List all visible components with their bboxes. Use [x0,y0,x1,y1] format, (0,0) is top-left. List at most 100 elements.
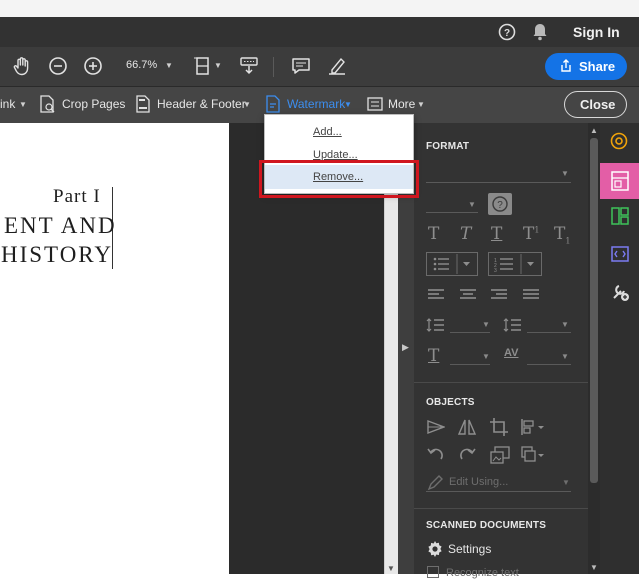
gear-icon [427,541,443,562]
link-tool[interactable]: ink [0,97,15,111]
rotate-left-icon[interactable] [427,446,445,469]
more-tools-icon[interactable] [611,283,629,306]
zoom-out-icon[interactable] [47,55,69,77]
zoom-dropdown-icon[interactable]: ▼ [165,61,173,70]
scroll-down-icon[interactable]: ▼ [387,564,395,573]
svg-text:?: ? [504,28,510,39]
superscript-icon[interactable]: T1 [523,224,539,244]
svg-text:?: ? [497,200,503,211]
watermark-dropdown-icon[interactable]: ▼ [344,100,352,109]
replace-image-icon[interactable] [490,446,510,469]
align-justify-icon[interactable] [523,288,539,306]
format-panel: FORMAT ▼ ▼ ? T T T T1 T1 123 ▼ ▼ T ▼ AV … [414,123,588,579]
close-button[interactable]: Close [564,91,627,118]
panel-scroll-thumb[interactable] [590,138,598,483]
font-color-button[interactable]: ? [488,193,512,215]
tools-rail [600,123,639,574]
export-pdf-icon[interactable] [611,246,629,267]
main-toolbar: 66.7% ▼ ▼ Share [0,47,639,87]
more-dropdown-icon[interactable]: ▼ [417,100,425,109]
objects-section-title: OBJECTS [426,397,475,408]
align-left-icon[interactable] [428,288,444,306]
share-label: Share [579,59,616,74]
subscript-icon[interactable]: T1 [554,224,570,245]
keyboard-scroll-icon[interactable] [238,55,260,77]
character-spacing-caret-icon: ▼ [561,352,569,361]
rotate-right-icon[interactable] [458,446,476,469]
horizontal-scale-caret-icon: ▼ [482,352,490,361]
font-family-dropdown[interactable] [426,169,571,183]
edit-using-underline [426,491,571,492]
toolbar-divider [273,57,274,77]
title-line-1: ENT AND [4,213,117,238]
organize-pages-icon[interactable] [611,207,629,230]
page-fit-icon[interactable] [192,55,214,77]
link-dropdown-icon[interactable]: ▼ [19,100,27,109]
document-page[interactable]: Part I ENT AND HISTORY [0,123,229,574]
character-spacing-icon: AV [504,347,519,359]
top-strip [0,0,639,17]
align-objects-icon[interactable] [520,418,546,441]
highlight-pen-icon[interactable] [326,55,348,77]
italic-icon[interactable]: T [460,224,471,244]
flip-vertical-icon[interactable] [427,418,446,441]
page-fit-dropdown-icon[interactable]: ▼ [214,61,222,70]
settings-link[interactable]: Settings [448,542,491,556]
recognize-text-checkbox[interactable] [427,566,439,578]
format-section-title: FORMAT [426,141,470,152]
more-tool[interactable]: More [388,97,415,111]
edit-using-dropdown[interactable]: Edit Using... [449,476,508,488]
numbered-list-button[interactable]: 123 [488,252,542,276]
section-divider [414,382,588,383]
title-line-2: HISTORY [1,242,113,267]
zoom-level[interactable]: 66.7% [126,59,157,71]
flip-horizontal-icon[interactable] [457,418,477,441]
svg-text:3: 3 [494,268,497,274]
help-icon[interactable]: ? [497,22,517,42]
bold-icon[interactable]: T [428,224,439,244]
bell-icon[interactable] [530,22,550,42]
underline-icon[interactable]: T [491,224,502,244]
align-right-icon[interactable] [491,288,507,306]
line-spacing-icon [426,317,444,338]
align-center-icon[interactable] [460,288,476,306]
part-heading: Part I [53,186,101,207]
close-label: Close [580,97,616,112]
panel-scrollbar[interactable]: ▲ ▼ [588,123,600,574]
crop-pages-tool[interactable]: Crop Pages [62,97,125,111]
sign-in-link[interactable]: Sign In [573,24,620,40]
font-family-caret-icon: ▼ [561,169,569,178]
panel-scroll-up-icon[interactable]: ▲ [590,126,598,135]
scanned-section-title: SCANNED DOCUMENTS [426,520,547,531]
share-button[interactable]: Share [545,53,627,80]
crop-icon [37,94,57,114]
font-size-caret-icon: ▼ [468,200,476,209]
crop-object-icon[interactable] [490,418,508,441]
paragraph-spacing-icon [503,317,521,338]
collapse-arrow-icon[interactable]: ▶ [402,342,409,353]
header-footer-tool[interactable]: Header & Footer [157,97,246,111]
arrange-objects-icon[interactable] [520,446,546,469]
menu-item-add[interactable]: Add... [313,126,342,138]
section-divider [414,508,588,509]
hand-tool-icon[interactable] [11,55,33,77]
recognize-text-label: Recognize text [446,567,519,579]
bullet-list-button[interactable] [426,252,478,276]
line-spacing-caret-icon: ▼ [482,320,490,329]
highlight-box [259,160,419,198]
zoom-in-icon[interactable] [82,55,104,77]
more-icon [366,95,384,113]
edit-pdf-rail-button[interactable] [600,163,639,199]
header-footer-icon [133,94,153,114]
review-badge-icon[interactable] [610,132,628,155]
watermark-tool[interactable]: Watermark [287,97,345,111]
watermark-icon [263,94,283,114]
share-icon [558,58,574,74]
title-bar: ? Sign In [0,17,639,47]
panel-scroll-down-icon[interactable]: ▼ [590,563,598,572]
header-footer-dropdown-icon[interactable]: ▼ [243,100,251,109]
paragraph-spacing-caret-icon: ▼ [561,320,569,329]
edit-using-caret-icon: ▼ [562,478,570,487]
comment-icon[interactable] [290,55,312,77]
horizontal-scale-icon: T [428,346,440,366]
